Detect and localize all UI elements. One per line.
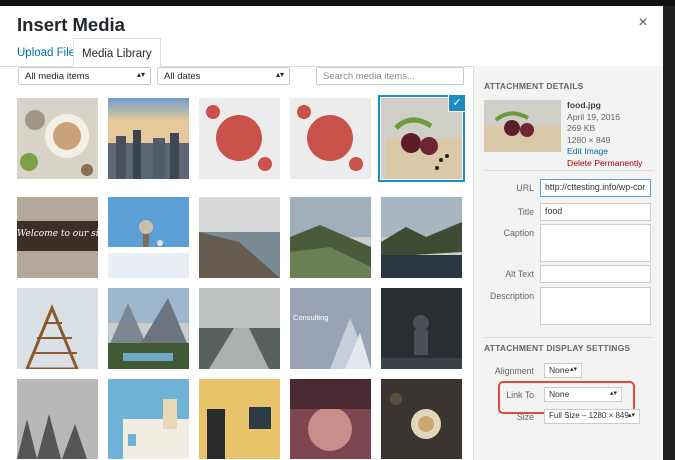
date-filter[interactable]: All dates ▴▾ xyxy=(157,67,290,85)
description-label: Description xyxy=(489,291,534,301)
url-label: URL xyxy=(516,183,534,193)
media-thumb-valley[interactable] xyxy=(108,288,189,369)
modal-title: Insert Media xyxy=(17,14,125,35)
date-value: All dates xyxy=(164,71,201,82)
media-thumb-cliffs[interactable] xyxy=(290,197,371,278)
divider xyxy=(484,337,654,338)
alignment-select[interactable]: None ▴▾ xyxy=(544,363,582,378)
insert-media-modal: Insert Media × Upload Files Media Librar… xyxy=(0,6,663,460)
title-label: Title xyxy=(517,207,534,217)
link-to-select[interactable]: None ▴▾ xyxy=(544,387,622,402)
delete-permanently-link[interactable]: Delete Permanently xyxy=(567,158,642,170)
alignment-label: Alignment xyxy=(494,366,534,376)
divider xyxy=(484,170,654,171)
tab-bar: Upload Files Media Library xyxy=(0,38,663,67)
attachment-preview xyxy=(484,100,561,152)
display-settings-heading: ATTACHMENT DISPLAY SETTINGS xyxy=(484,343,631,353)
attachment-dimensions: 1280 × 849 xyxy=(567,134,611,145)
check-icon[interactable]: ✓ xyxy=(448,94,466,112)
media-thumb-consulting[interactable]: Consulting xyxy=(290,288,371,369)
attachment-details-heading: ATTACHMENT DETAILS xyxy=(484,81,584,91)
caption-field[interactable] xyxy=(540,224,651,262)
media-thumb-dark-dish[interactable] xyxy=(381,379,462,459)
size-label: Size xyxy=(516,412,534,422)
media-thumb-placeholder-2[interactable] xyxy=(290,98,371,179)
media-thumb-placeholder-1[interactable] xyxy=(199,98,280,179)
size-select[interactable]: Full Size – 1280 × 849 ▴▾ xyxy=(544,409,640,424)
search-placeholder: Search media items... xyxy=(323,71,415,82)
chevron-updown-icon: ▴▾ xyxy=(569,366,577,373)
tab-media-library[interactable]: Media Library xyxy=(73,38,161,67)
chevron-updown-icon: ▴▾ xyxy=(136,70,145,79)
media-thumb-santorini[interactable] xyxy=(108,379,189,459)
media-thumb-river[interactable] xyxy=(199,288,280,369)
media-thumb-dark-figure[interactable] xyxy=(381,288,462,369)
attachment-filename: food.jpg xyxy=(567,100,601,110)
media-type-value: All media items xyxy=(25,71,90,82)
link-to-label: Link To xyxy=(506,390,534,400)
description-field[interactable] xyxy=(540,287,651,325)
chevron-updown-icon: ▴▾ xyxy=(275,70,284,79)
search-input[interactable]: Search media items... xyxy=(316,67,464,85)
attachment-meta: food.jpg April 19, 2016 269 KB 1280 × 84… xyxy=(567,100,642,169)
attachment-size: 269 KB xyxy=(567,123,596,133)
media-thumb-table[interactable] xyxy=(108,197,189,278)
media-thumb-coast[interactable] xyxy=(199,197,280,278)
media-thumb-coffee[interactable] xyxy=(17,98,98,179)
chevron-updown-icon: ▴▾ xyxy=(627,412,635,419)
edit-image-link[interactable]: Edit Image xyxy=(567,146,642,158)
link-to-value: None xyxy=(549,389,570,399)
size-value: Full Size – 1280 × 849 xyxy=(549,411,629,420)
media-thumb-construction[interactable] xyxy=(17,288,98,369)
thumb-welcome-text: Welcome to our site xyxy=(17,229,98,239)
media-thumb-city[interactable] xyxy=(108,98,189,179)
alignment-value: None xyxy=(549,365,570,375)
close-icon[interactable]: × xyxy=(633,13,653,33)
attachment-date: April 19, 2016 xyxy=(567,111,621,122)
chevron-updown-icon: ▴▾ xyxy=(609,390,617,397)
caption-label: Caption xyxy=(503,228,534,238)
media-thumb-welcome[interactable]: Welcome to our site xyxy=(17,197,98,278)
media-thumb-food-selected[interactable]: ✓ xyxy=(378,94,466,182)
media-type-filter[interactable]: All media items ▴▾ xyxy=(18,67,151,85)
alt-text-label: Alt Text xyxy=(505,269,534,279)
media-thumb-foggy-forest[interactable] xyxy=(17,379,98,459)
media-thumb-mountain-lake[interactable] xyxy=(381,197,462,278)
title-field[interactable]: food xyxy=(540,203,651,221)
url-field[interactable]: http://cttesting.info/wp-cor xyxy=(540,179,651,197)
thumb-consulting-text: Consulting xyxy=(293,313,329,322)
media-thumb-hat-portrait[interactable] xyxy=(290,379,371,459)
media-thumb-yellow-house[interactable] xyxy=(199,379,280,459)
alt-text-field[interactable] xyxy=(540,265,651,283)
